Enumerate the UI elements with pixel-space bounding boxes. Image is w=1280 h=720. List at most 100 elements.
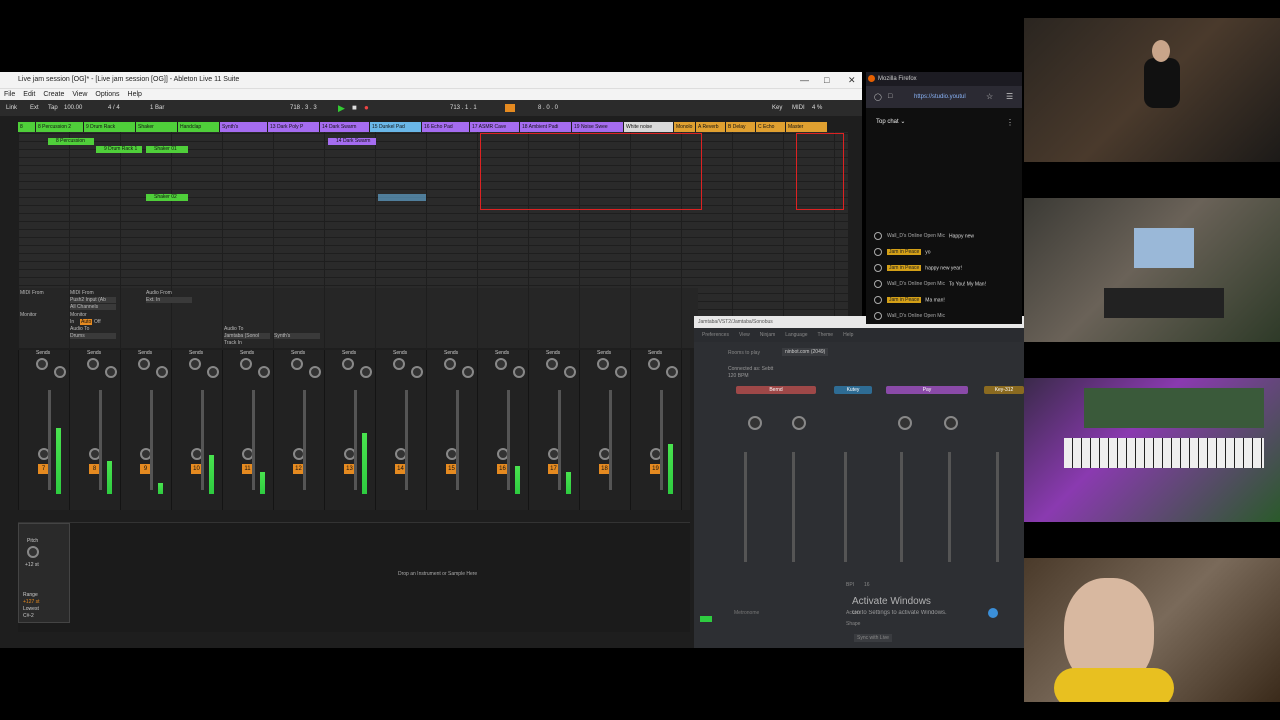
clip-slot[interactable]: 14 Dark Swarm (328, 138, 376, 145)
send-knob[interactable] (309, 366, 321, 378)
send-knob[interactable] (54, 366, 66, 378)
clip-slot[interactable]: Shaker 02 (146, 194, 188, 201)
output-select[interactable]: Jamtaba (Sonol (224, 333, 270, 339)
range-value[interactable]: +127 st (23, 599, 40, 605)
sb-menu-preferences[interactable]: Preferences (702, 328, 729, 342)
volume-fader[interactable] (150, 390, 153, 490)
clip-slot[interactable]: 9 Drum Rack 1 (96, 146, 142, 153)
play-icon[interactable]: ▶ (338, 100, 345, 116)
volume-fader[interactable] (558, 390, 561, 490)
send-knob[interactable] (393, 358, 405, 370)
input-select[interactable]: Push2 Input (Ab (70, 297, 116, 303)
input-select[interactable]: Ext. In (146, 297, 192, 303)
track-header[interactable]: 13 Dark Poly P (268, 122, 320, 132)
send-knob[interactable] (291, 358, 303, 370)
peer-gain-knob[interactable] (944, 416, 958, 430)
send-knob[interactable] (138, 358, 150, 370)
minimize-icon[interactable]: — (800, 72, 809, 88)
sb-menu-language[interactable]: Language (785, 328, 807, 342)
song-position[interactable]: 718 . 3 . 3 (290, 100, 317, 116)
send-knob[interactable] (648, 358, 660, 370)
midi-map-button[interactable]: MIDI (792, 100, 805, 116)
monitor-off[interactable]: Off (94, 319, 101, 325)
send-knob[interactable] (105, 366, 117, 378)
rooms-label[interactable]: Rooms to play (728, 350, 760, 356)
shield-icon[interactable]: ◯ (874, 93, 882, 101)
peer-key-312[interactable]: Key-312 (984, 386, 1024, 394)
ableton-title-bar[interactable]: Live jam session [OG]* - [Live jam sessi… (0, 72, 862, 88)
loop-switch-icon[interactable] (505, 104, 515, 112)
track-header[interactable]: C Echo (756, 122, 786, 132)
peer-gain-knob[interactable] (898, 416, 912, 430)
menu-edit[interactable]: Edit (23, 89, 35, 100)
volume-fader[interactable] (48, 390, 51, 490)
track-header[interactable]: Monolo (674, 122, 696, 132)
menu-options[interactable]: Options (95, 89, 119, 100)
volume-fader[interactable] (507, 390, 510, 490)
volume-fader[interactable] (252, 390, 255, 490)
pitch-knob[interactable] (27, 546, 39, 558)
selected-clip-slot[interactable] (378, 194, 426, 201)
track-header[interactable]: 16 Echo Pad (422, 122, 470, 132)
time-signature[interactable]: 4 / 4 (108, 100, 120, 116)
send-knob[interactable] (513, 366, 525, 378)
loop-length[interactable]: 8 . 0 . 0 (538, 100, 558, 116)
chat-message[interactable]: Jam in Peace Ma man! (874, 296, 945, 304)
peer-fader[interactable] (948, 452, 951, 562)
send-knob[interactable] (207, 366, 219, 378)
send-knob[interactable] (342, 358, 354, 370)
send-knob[interactable] (360, 366, 372, 378)
firefox-title[interactable]: Mozilla Firefox (866, 72, 1022, 86)
key-map-button[interactable]: Key (772, 100, 782, 116)
send-knob[interactable] (615, 366, 627, 378)
lowest-value[interactable]: C#-2 (23, 613, 34, 619)
bookmark-star-icon[interactable]: ☆ (986, 92, 993, 101)
ext-button[interactable]: Ext (30, 100, 39, 116)
sync-button[interactable]: Sync with Live (854, 634, 892, 642)
track-header[interactable]: 19 Noise Swee (572, 122, 624, 132)
sb-menu-ninjam[interactable]: Ninjam (760, 328, 776, 342)
channel-select[interactable]: All Channels (70, 304, 116, 310)
menu-help[interactable]: Help (128, 89, 142, 100)
volume-fader[interactable] (201, 390, 204, 490)
send-knob[interactable] (411, 366, 423, 378)
sb-menu-theme[interactable]: Theme (818, 328, 834, 342)
drop-zone[interactable]: Drop an Instrument or Sample Here (398, 571, 477, 577)
peer-fader[interactable] (996, 452, 999, 562)
track-header[interactable]: Synth's (220, 122, 268, 132)
chat-message[interactable]: Wall_D's Online Open Mic Happy new (874, 232, 974, 240)
peer-fader[interactable] (744, 452, 747, 562)
track-header[interactable]: 15 Dunkel Pad (370, 122, 422, 132)
volume-fader[interactable] (354, 390, 357, 490)
menu-icon[interactable]: ☰ (1006, 92, 1013, 101)
lock-icon[interactable]: □ (888, 93, 892, 100)
peer-pay[interactable]: Pay (886, 386, 968, 394)
stop-icon[interactable]: ■ (352, 100, 357, 116)
track-header[interactable]: Handclap (178, 122, 220, 132)
menu-file[interactable]: File (4, 89, 15, 100)
maximize-icon[interactable]: □ (824, 72, 829, 88)
bpi-value[interactable]: 16 (864, 582, 870, 588)
sb-menu-view[interactable]: View (739, 328, 750, 342)
close-icon[interactable]: ✕ (848, 72, 856, 88)
output-select[interactable]: Drums (70, 333, 116, 339)
tap-button[interactable]: Tap (48, 100, 58, 116)
loop-start[interactable]: 713 . 1 . 1 (450, 100, 477, 116)
track-header[interactable]: Shaker (136, 122, 178, 132)
send-knob[interactable] (462, 366, 474, 378)
menu-view[interactable]: View (72, 89, 87, 100)
chat-message[interactable]: Wall_D's Online Open Mic (874, 312, 949, 320)
peer-gain-knob[interactable] (748, 416, 762, 430)
track-header[interactable]: 17 ASMR Cave (470, 122, 520, 132)
peer-bernd[interactable]: Bernd (736, 386, 816, 394)
monitor-in[interactable]: In (70, 319, 74, 325)
peer-kutey[interactable]: Kutey (834, 386, 872, 394)
more-options-icon[interactable]: ⋮ (1006, 118, 1014, 127)
chat-message[interactable]: Wall_D's Online Open Mic To You! My Man! (874, 280, 986, 288)
send-knob[interactable] (36, 358, 48, 370)
send-knob[interactable] (444, 358, 456, 370)
volume-fader[interactable] (303, 390, 306, 490)
send-knob[interactable] (546, 358, 558, 370)
track-header[interactable]: White noise (624, 122, 674, 132)
volume-fader[interactable] (405, 390, 408, 490)
